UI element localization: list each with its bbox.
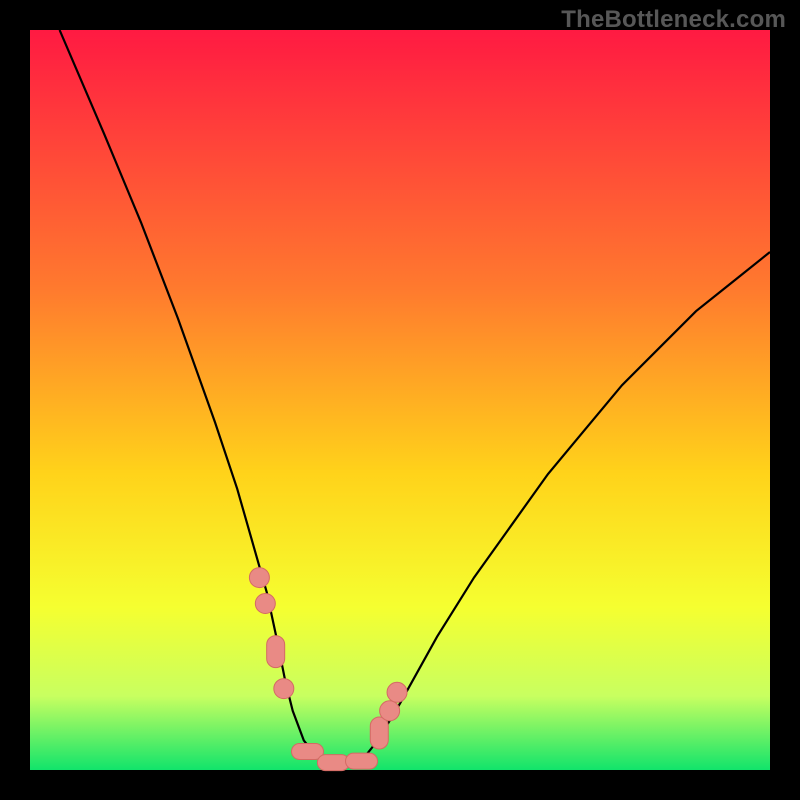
bottleneck-chart: [0, 0, 800, 800]
plot-area: [30, 30, 770, 770]
data-marker: [346, 753, 378, 769]
data-marker: [317, 755, 349, 771]
data-marker: [380, 701, 400, 721]
data-marker: [292, 744, 324, 760]
data-marker: [255, 594, 275, 614]
watermark-label: TheBottleneck.com: [561, 6, 786, 34]
chart-container: TheBottleneck.com: [0, 0, 800, 800]
data-marker: [267, 636, 285, 668]
data-marker: [370, 717, 388, 749]
data-marker: [249, 568, 269, 588]
data-marker: [274, 679, 294, 699]
data-marker: [387, 682, 407, 702]
